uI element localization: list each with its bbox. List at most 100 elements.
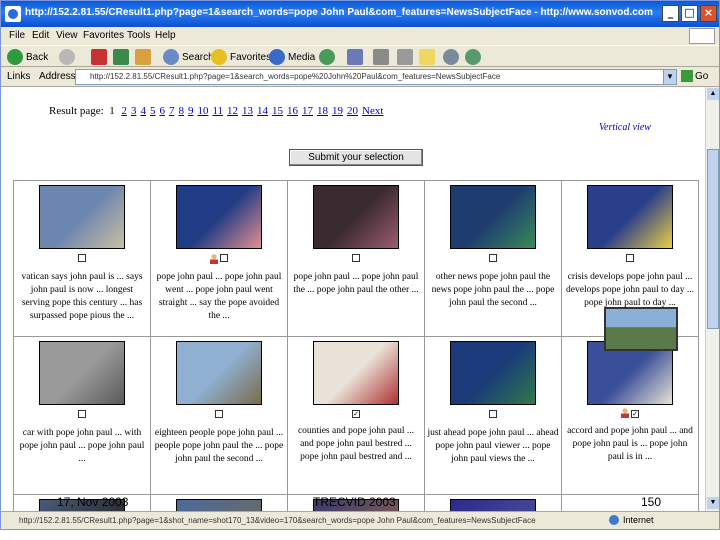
- video-thumbnail[interactable]: [39, 185, 125, 249]
- media-button[interactable]: Media: [269, 48, 315, 66]
- close-button[interactable]: ×: [700, 5, 717, 22]
- media-label: Media: [288, 51, 316, 63]
- minimize-button[interactable]: _: [662, 5, 679, 22]
- discuss-button[interactable]: [419, 48, 438, 66]
- go-arrow-icon: [681, 70, 693, 82]
- result-caption: accord and pope john paul ... and pope j…: [567, 426, 693, 462]
- video-thumbnail[interactable]: [39, 341, 125, 405]
- scroll-thumb[interactable]: [707, 149, 719, 329]
- mail-icon: [347, 49, 363, 65]
- result-cell: eighteen people pope john paul ... peopl…: [150, 336, 288, 495]
- submit-selection-button[interactable]: Submit your selection: [289, 149, 423, 166]
- page-link[interactable]: 15: [272, 105, 283, 117]
- page-link[interactable]: 12: [227, 105, 238, 117]
- result-cell: just ahead pope john paul ... ahead pope…: [424, 336, 562, 495]
- discuss-icon: [419, 49, 435, 65]
- select-checkbox[interactable]: [220, 254, 228, 262]
- select-checkbox[interactable]: [489, 410, 497, 418]
- history-button[interactable]: [319, 48, 338, 66]
- messenger-icon: [443, 49, 459, 65]
- menu-help[interactable]: Help: [155, 30, 176, 41]
- back-label: Back: [26, 51, 49, 63]
- select-checkbox[interactable]: [352, 254, 360, 262]
- result-cell: pope john paul ... pope john paul went .…: [150, 180, 288, 337]
- stop-button[interactable]: [91, 48, 110, 66]
- links-label[interactable]: Links: [7, 71, 30, 82]
- scroll-up-icon[interactable]: ▲: [707, 88, 719, 100]
- video-thumbnail[interactable]: [587, 185, 673, 249]
- footer-date: 17, Nov 2003: [57, 495, 129, 509]
- footer-page-number: 150: [641, 495, 662, 509]
- title-bar[interactable]: http://152.2.81.55/CResult1.php?page=1&s…: [1, 1, 719, 27]
- page-link[interactable]: 7: [169, 105, 175, 117]
- select-checkbox[interactable]: [626, 254, 634, 262]
- research-button[interactable]: [465, 48, 484, 66]
- page-link[interactable]: 19: [332, 105, 343, 117]
- vertical-scrollbar[interactable]: ▲ ▼: [705, 87, 719, 511]
- page-link[interactable]: 13: [242, 105, 253, 117]
- page-link[interactable]: 3: [131, 105, 137, 117]
- select-checkbox[interactable]: ✓: [631, 410, 639, 418]
- page-link[interactable]: 8: [178, 105, 184, 117]
- page-link[interactable]: 6: [159, 105, 165, 117]
- video-thumbnail[interactable]: [313, 341, 399, 405]
- result-caption: counties and pope john paul ... and pope…: [297, 426, 415, 462]
- result-cell: ✓ accord and pope john paul ... and pope…: [561, 336, 699, 495]
- menu-view[interactable]: View: [56, 30, 78, 41]
- mail-button[interactable]: [347, 48, 366, 66]
- select-checkbox[interactable]: [489, 254, 497, 262]
- print-button[interactable]: [373, 48, 392, 66]
- menu-bar: File Edit View Favorites Tools Help: [1, 27, 719, 45]
- page-link[interactable]: 20: [347, 105, 358, 117]
- video-thumbnail[interactable]: [450, 341, 536, 405]
- page-link[interactable]: 17: [302, 105, 313, 117]
- scroll-down-icon[interactable]: ▼: [707, 497, 719, 509]
- address-dropdown-icon[interactable]: ▼: [663, 69, 677, 85]
- video-thumbnail[interactable]: [450, 185, 536, 249]
- forward-button[interactable]: [59, 48, 78, 66]
- result-caption: other news pope john paul the news pope …: [431, 272, 555, 308]
- select-checkbox[interactable]: ✓: [352, 410, 360, 418]
- maximize-button[interactable]: □: [681, 5, 698, 22]
- stop-icon: [91, 49, 107, 65]
- favorites-button[interactable]: Favorites: [211, 48, 271, 66]
- page-link[interactable]: 5: [150, 105, 156, 117]
- windows-logo-icon: [689, 28, 715, 44]
- address-input[interactable]: http://152.2.81.55/CResult1.php?page=1&s…: [75, 69, 677, 85]
- page-link[interactable]: 18: [317, 105, 328, 117]
- person-icon: [210, 254, 218, 264]
- page-link[interactable]: 4: [140, 105, 146, 117]
- home-button[interactable]: [135, 48, 154, 66]
- menu-favorites[interactable]: Favorites: [83, 30, 124, 41]
- video-thumbnail[interactable]: [313, 185, 399, 249]
- result-cell: car with pope john paul ... with pope jo…: [13, 336, 151, 495]
- video-thumbnail[interactable]: [176, 185, 262, 249]
- page-link[interactable]: 2: [121, 105, 127, 117]
- result-cell: vatican says john paul is ... says john …: [13, 180, 151, 337]
- video-thumbnail[interactable]: [176, 341, 262, 405]
- search-button[interactable]: Search: [163, 48, 214, 66]
- star-icon: [211, 49, 227, 65]
- page-link[interactable]: 14: [257, 105, 268, 117]
- person-icon: [621, 408, 629, 418]
- vertical-view-link[interactable]: Vertical view: [599, 122, 651, 133]
- page-link[interactable]: 10: [197, 105, 208, 117]
- result-row: vatican says john paul is ... says john …: [13, 180, 699, 337]
- menu-file[interactable]: File: [9, 30, 25, 41]
- select-checkbox[interactable]: [78, 410, 86, 418]
- messenger-button[interactable]: [443, 48, 462, 66]
- go-button[interactable]: Go: [681, 70, 708, 82]
- next-page-link[interactable]: Next: [362, 105, 383, 117]
- address-bar: Links Address http://152.2.81.55/CResult…: [1, 67, 719, 87]
- menu-edit[interactable]: Edit: [32, 30, 49, 41]
- result-caption: crisis develops pope john paul ... devel…: [566, 272, 694, 308]
- menu-tools[interactable]: Tools: [127, 30, 150, 41]
- refresh-button[interactable]: [113, 48, 132, 66]
- page-link[interactable]: 11: [212, 105, 223, 117]
- select-checkbox[interactable]: [215, 410, 223, 418]
- page-link[interactable]: 9: [188, 105, 194, 117]
- back-button[interactable]: Back: [7, 48, 48, 66]
- edit-button[interactable]: [397, 48, 416, 66]
- page-link[interactable]: 16: [287, 105, 298, 117]
- select-checkbox[interactable]: [78, 254, 86, 262]
